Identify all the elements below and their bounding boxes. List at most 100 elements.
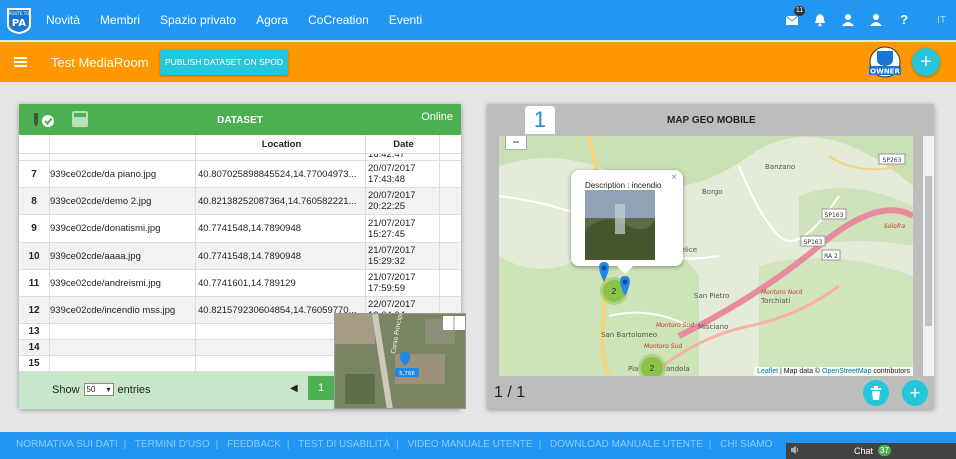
room-toolbar: Test MediaRoom PUBLISH DATASET ON SPOD O… [0, 42, 956, 82]
entries-label: entries [117, 383, 151, 396]
row-number: 7 [31, 168, 37, 180]
table-row[interactable]: 8 939ce02cde/demo 2.jpg 40.8213825208736… [19, 188, 461, 215]
place-label: Misciano [698, 323, 728, 331]
map-index-badge: 1 [525, 106, 555, 134]
nav-icons: 11 ? IT [771, 0, 956, 40]
volume-icon[interactable] [790, 445, 800, 455]
footer-link-video-manuale[interactable]: VIDEO MANUALE UTENTE [408, 439, 533, 450]
marker-cluster[interactable]: 2 [641, 357, 663, 376]
route-to-pa-logo[interactable]: ROUTE TO PA [4, 5, 34, 35]
place-label: San Pietro [694, 292, 729, 300]
chat-widget[interactable]: Chat 37 [786, 443, 956, 459]
dataset-header: DATASET Online [19, 104, 461, 135]
row-number: 12 [28, 304, 40, 316]
row-number: 14 [28, 342, 40, 353]
row-file: 939ce02cde/incendio mss.jpg [49, 297, 195, 323]
map-header: 1 MAP GEO MOBILE [487, 104, 934, 136]
nav-link-eventi[interactable]: Eventi [389, 13, 422, 27]
row-number: 10 [28, 250, 40, 262]
entries-select[interactable]: 50 ▾ [83, 383, 114, 396]
room-title: Test MediaRoom [51, 55, 149, 70]
osm-link[interactable]: OpenStreetMap [822, 368, 871, 375]
user-icon[interactable] [841, 13, 855, 27]
attribution-tail: contributors [871, 368, 910, 375]
map-attribution: Leaflet | Map data © OpenStreetMap contr… [754, 367, 913, 376]
svg-text:PA: PA [12, 18, 26, 29]
previous-page-button[interactable]: ◀ [290, 383, 298, 394]
page-1-button[interactable]: 1 [308, 376, 334, 400]
footer-link-chi-siamo[interactable]: CHI SIAMO [720, 439, 772, 450]
show-label: Show [52, 383, 80, 396]
svg-text:ROUTE TO: ROUTE TO [9, 11, 30, 16]
road-label: SP163 [804, 239, 823, 246]
add-map-button[interactable]: + [902, 380, 928, 406]
map-marker-icon[interactable] [597, 262, 611, 282]
leaflet-link[interactable]: Leaflet [757, 368, 778, 375]
table-row[interactable]: 9 939ce02cde/donatismi.jpg 40.7741548,14… [19, 215, 461, 243]
road-label: SP263 [883, 157, 902, 164]
row-date: 21/07/2017 17:59:59 [365, 270, 439, 296]
owner-badge-icon: OWNER [869, 46, 901, 78]
row-file: 939ce02cde/demo 2.jpg [49, 188, 195, 214]
map-marker-icon[interactable] [618, 276, 632, 296]
map-scrollbar[interactable] [923, 136, 934, 376]
owner-badge-text: OWNER [870, 68, 900, 76]
column-header-date[interactable]: Date [365, 135, 439, 153]
map-title: MAP GEO MOBILE [667, 115, 756, 126]
place-label: Montoro Sud [656, 322, 694, 329]
row-number: 11 [28, 277, 40, 289]
row-number: 9 [31, 223, 37, 234]
satellite-image: Corso Principe Amedeo 5,768 [335, 314, 465, 408]
nav-link-membri[interactable]: Membri [100, 13, 140, 27]
popup-description: Description : incendio [585, 181, 662, 190]
publish-dataset-button[interactable]: PUBLISH DATASET ON SPOD [160, 49, 288, 75]
chevron-down-icon: ▾ [106, 385, 111, 394]
zoom-out-button[interactable]: − [505, 136, 527, 150]
leaflet-map[interactable]: Borgo Banzano Felice San Pietro Misciano… [499, 136, 913, 376]
top-navbar: ROUTE TO PA Novità Membri Spazio privato… [0, 0, 956, 40]
nav-link-novita[interactable]: Novità [46, 13, 80, 27]
row-number: 13 [28, 326, 40, 337]
footer-link-normativa[interactable]: NORMATIVA SUI DATI [16, 439, 118, 450]
table-row[interactable]: 11 939ce02cde/andreismi.jpg 40.7741601,1… [19, 270, 461, 297]
row-number: 8 [31, 195, 37, 207]
row-location: 40.807025898845524,14.77004973... [195, 161, 365, 187]
nav-link-cocreation[interactable]: CoCreation [308, 13, 369, 27]
delete-button[interactable] [863, 380, 889, 406]
help-icon[interactable]: ? [897, 13, 911, 27]
entries-select-value: 50 [86, 385, 96, 394]
partial-date: 16:42:47 [365, 154, 439, 160]
profile-icon[interactable] [869, 13, 883, 27]
map-footer: 1 / 1 + [487, 376, 934, 409]
row-file: 939ce02cde/aaaa.jpg [49, 243, 195, 269]
place-label: Montoro Nord [761, 289, 802, 296]
close-icon[interactable]: × [671, 172, 677, 183]
mail-icon[interactable]: 11 [785, 6, 806, 27]
attribution-text: | Map data © [778, 368, 823, 375]
table-row[interactable]: 10 939ce02cde/aaaa.jpg 40.7741548,14.789… [19, 243, 461, 270]
place-label: Borgo [702, 188, 723, 196]
table-row-partial: 16:42:47 [19, 154, 461, 161]
row-file: 939ce02cde/da piano.jpg [49, 161, 195, 187]
map-tiles: Borgo Banzano Felice San Pietro Misciano… [499, 136, 913, 376]
menu-icon[interactable] [14, 57, 27, 67]
road-label: SP163 [825, 212, 844, 219]
table-row[interactable]: 7 939ce02cde/da piano.jpg 40.80702589884… [19, 161, 461, 188]
row-location: 40.7741548,14.7890948 [195, 243, 365, 269]
nav-link-spazio-privato[interactable]: Spazio privato [160, 13, 236, 27]
row-date: 20/07/2017 20:22:25 [365, 188, 439, 214]
footer-link-feedback[interactable]: FEEDBACK [227, 439, 281, 450]
bell-icon[interactable] [813, 13, 827, 27]
row-location: 40.82138252087364,14.760582221... [195, 188, 365, 214]
footer-link-termini[interactable]: TERMINI D'USO [135, 439, 210, 450]
language-selector[interactable]: IT [937, 15, 946, 26]
location-preview-map[interactable]: Corso Principe Amedeo 5,768 [334, 313, 466, 409]
nav-link-agora[interactable]: Agora [256, 13, 288, 27]
footer-links: NORMATIVA SUI DATI | TERMINI D'USO | FEEDB… [16, 439, 773, 450]
footer-link-download-manuale[interactable]: DOWNLOAD MANUALE UTENTE [550, 439, 703, 450]
row-location: 40.7741548,14.7890948 [195, 215, 365, 242]
footer-link-test-usabilita[interactable]: TEST DI USABILITÀ [298, 439, 390, 450]
add-button[interactable]: + [912, 48, 940, 76]
place-label: andola [666, 365, 690, 373]
column-header-location[interactable]: Location [195, 135, 365, 153]
